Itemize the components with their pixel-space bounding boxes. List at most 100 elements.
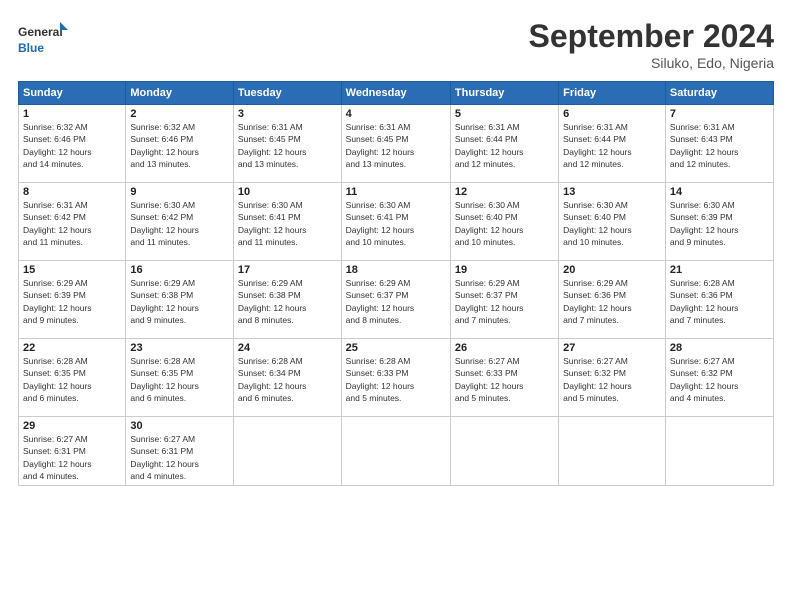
day-number: 21 [670,264,769,276]
day-number: 26 [455,342,554,354]
day-header-thursday: Thursday [450,82,558,105]
day-info: Sunrise: 6:29 AMSunset: 6:38 PMDaylight:… [238,278,307,325]
day-info: Sunrise: 6:31 AMSunset: 6:45 PMDaylight:… [238,122,307,169]
calendar-cell: 24 Sunrise: 6:28 AMSunset: 6:34 PMDaylig… [233,339,341,417]
day-number: 16 [130,264,229,276]
calendar-cell: 23 Sunrise: 6:28 AMSunset: 6:35 PMDaylig… [126,339,234,417]
calendar-cell: 26 Sunrise: 6:27 AMSunset: 6:33 PMDaylig… [450,339,558,417]
calendar-cell: 21 Sunrise: 6:28 AMSunset: 6:36 PMDaylig… [665,261,773,339]
calendar-cell [665,417,773,486]
day-info: Sunrise: 6:30 AMSunset: 6:41 PMDaylight:… [238,200,307,247]
calendar-cell: 1 Sunrise: 6:32 AMSunset: 6:46 PMDayligh… [19,105,126,183]
svg-text:General: General [18,25,63,39]
day-header-monday: Monday [126,82,234,105]
day-info: Sunrise: 6:28 AMSunset: 6:34 PMDaylight:… [238,356,307,403]
day-info: Sunrise: 6:30 AMSunset: 6:42 PMDaylight:… [130,200,199,247]
location-subtitle: Siluko, Edo, Nigeria [529,55,774,71]
day-number: 30 [130,420,229,432]
day-number: 23 [130,342,229,354]
calendar-cell: 28 Sunrise: 6:27 AMSunset: 6:32 PMDaylig… [665,339,773,417]
day-number: 8 [23,186,121,198]
day-header-sunday: Sunday [19,82,126,105]
day-number: 5 [455,108,554,120]
day-number: 1 [23,108,121,120]
day-number: 24 [238,342,337,354]
calendar-cell [559,417,666,486]
calendar-cell [341,417,450,486]
day-info: Sunrise: 6:32 AMSunset: 6:46 PMDaylight:… [130,122,199,169]
calendar-cell: 27 Sunrise: 6:27 AMSunset: 6:32 PMDaylig… [559,339,666,417]
calendar-cell: 4 Sunrise: 6:31 AMSunset: 6:45 PMDayligh… [341,105,450,183]
calendar-cell: 20 Sunrise: 6:29 AMSunset: 6:36 PMDaylig… [559,261,666,339]
svg-text:Blue: Blue [18,41,44,55]
day-header-saturday: Saturday [665,82,773,105]
day-info: Sunrise: 6:31 AMSunset: 6:44 PMDaylight:… [563,122,632,169]
day-number: 29 [23,420,121,432]
day-info: Sunrise: 6:30 AMSunset: 6:40 PMDaylight:… [563,200,632,247]
calendar-cell: 30 Sunrise: 6:27 AMSunset: 6:31 PMDaylig… [126,417,234,486]
calendar-cell: 22 Sunrise: 6:28 AMSunset: 6:35 PMDaylig… [19,339,126,417]
day-info: Sunrise: 6:31 AMSunset: 6:44 PMDaylight:… [455,122,524,169]
calendar-cell: 10 Sunrise: 6:30 AMSunset: 6:41 PMDaylig… [233,183,341,261]
day-number: 10 [238,186,337,198]
day-number: 20 [563,264,661,276]
calendar-cell: 14 Sunrise: 6:30 AMSunset: 6:39 PMDaylig… [665,183,773,261]
calendar-cell: 2 Sunrise: 6:32 AMSunset: 6:46 PMDayligh… [126,105,234,183]
day-number: 14 [670,186,769,198]
day-number: 6 [563,108,661,120]
day-info: Sunrise: 6:30 AMSunset: 6:39 PMDaylight:… [670,200,739,247]
day-info: Sunrise: 6:28 AMSunset: 6:33 PMDaylight:… [346,356,415,403]
month-title: September 2024 [529,18,774,55]
calendar-cell: 19 Sunrise: 6:29 AMSunset: 6:37 PMDaylig… [450,261,558,339]
calendar-cell: 11 Sunrise: 6:30 AMSunset: 6:41 PMDaylig… [341,183,450,261]
calendar-cell: 18 Sunrise: 6:29 AMSunset: 6:37 PMDaylig… [341,261,450,339]
calendar-cell: 5 Sunrise: 6:31 AMSunset: 6:44 PMDayligh… [450,105,558,183]
day-number: 18 [346,264,446,276]
calendar-cell: 17 Sunrise: 6:29 AMSunset: 6:38 PMDaylig… [233,261,341,339]
logo: General Blue [18,18,68,62]
day-info: Sunrise: 6:29 AMSunset: 6:36 PMDaylight:… [563,278,632,325]
calendar-cell [450,417,558,486]
day-number: 27 [563,342,661,354]
day-number: 22 [23,342,121,354]
day-info: Sunrise: 6:27 AMSunset: 6:31 PMDaylight:… [130,434,199,481]
day-number: 19 [455,264,554,276]
calendar-cell: 15 Sunrise: 6:29 AMSunset: 6:39 PMDaylig… [19,261,126,339]
calendar-cell: 8 Sunrise: 6:31 AMSunset: 6:42 PMDayligh… [19,183,126,261]
day-number: 28 [670,342,769,354]
day-info: Sunrise: 6:30 AMSunset: 6:40 PMDaylight:… [455,200,524,247]
day-info: Sunrise: 6:31 AMSunset: 6:42 PMDaylight:… [23,200,92,247]
day-info: Sunrise: 6:29 AMSunset: 6:37 PMDaylight:… [346,278,415,325]
day-info: Sunrise: 6:27 AMSunset: 6:33 PMDaylight:… [455,356,524,403]
calendar-cell: 25 Sunrise: 6:28 AMSunset: 6:33 PMDaylig… [341,339,450,417]
calendar-cell: 6 Sunrise: 6:31 AMSunset: 6:44 PMDayligh… [559,105,666,183]
calendar-cell: 7 Sunrise: 6:31 AMSunset: 6:43 PMDayligh… [665,105,773,183]
day-info: Sunrise: 6:28 AMSunset: 6:35 PMDaylight:… [130,356,199,403]
day-header-tuesday: Tuesday [233,82,341,105]
day-info: Sunrise: 6:32 AMSunset: 6:46 PMDaylight:… [23,122,92,169]
day-number: 9 [130,186,229,198]
day-header-friday: Friday [559,82,666,105]
calendar-cell: 3 Sunrise: 6:31 AMSunset: 6:45 PMDayligh… [233,105,341,183]
day-number: 15 [23,264,121,276]
day-number: 17 [238,264,337,276]
day-number: 25 [346,342,446,354]
day-number: 2 [130,108,229,120]
day-info: Sunrise: 6:31 AMSunset: 6:45 PMDaylight:… [346,122,415,169]
calendar-cell: 9 Sunrise: 6:30 AMSunset: 6:42 PMDayligh… [126,183,234,261]
day-number: 13 [563,186,661,198]
day-info: Sunrise: 6:28 AMSunset: 6:35 PMDaylight:… [23,356,92,403]
calendar-cell: 16 Sunrise: 6:29 AMSunset: 6:38 PMDaylig… [126,261,234,339]
day-info: Sunrise: 6:27 AMSunset: 6:32 PMDaylight:… [563,356,632,403]
day-info: Sunrise: 6:27 AMSunset: 6:32 PMDaylight:… [670,356,739,403]
calendar-cell [233,417,341,486]
calendar-cell: 29 Sunrise: 6:27 AMSunset: 6:31 PMDaylig… [19,417,126,486]
day-info: Sunrise: 6:30 AMSunset: 6:41 PMDaylight:… [346,200,415,247]
day-number: 12 [455,186,554,198]
calendar-cell: 13 Sunrise: 6:30 AMSunset: 6:40 PMDaylig… [559,183,666,261]
day-info: Sunrise: 6:31 AMSunset: 6:43 PMDaylight:… [670,122,739,169]
day-info: Sunrise: 6:29 AMSunset: 6:38 PMDaylight:… [130,278,199,325]
day-info: Sunrise: 6:29 AMSunset: 6:39 PMDaylight:… [23,278,92,325]
day-info: Sunrise: 6:28 AMSunset: 6:36 PMDaylight:… [670,278,739,325]
day-info: Sunrise: 6:29 AMSunset: 6:37 PMDaylight:… [455,278,524,325]
